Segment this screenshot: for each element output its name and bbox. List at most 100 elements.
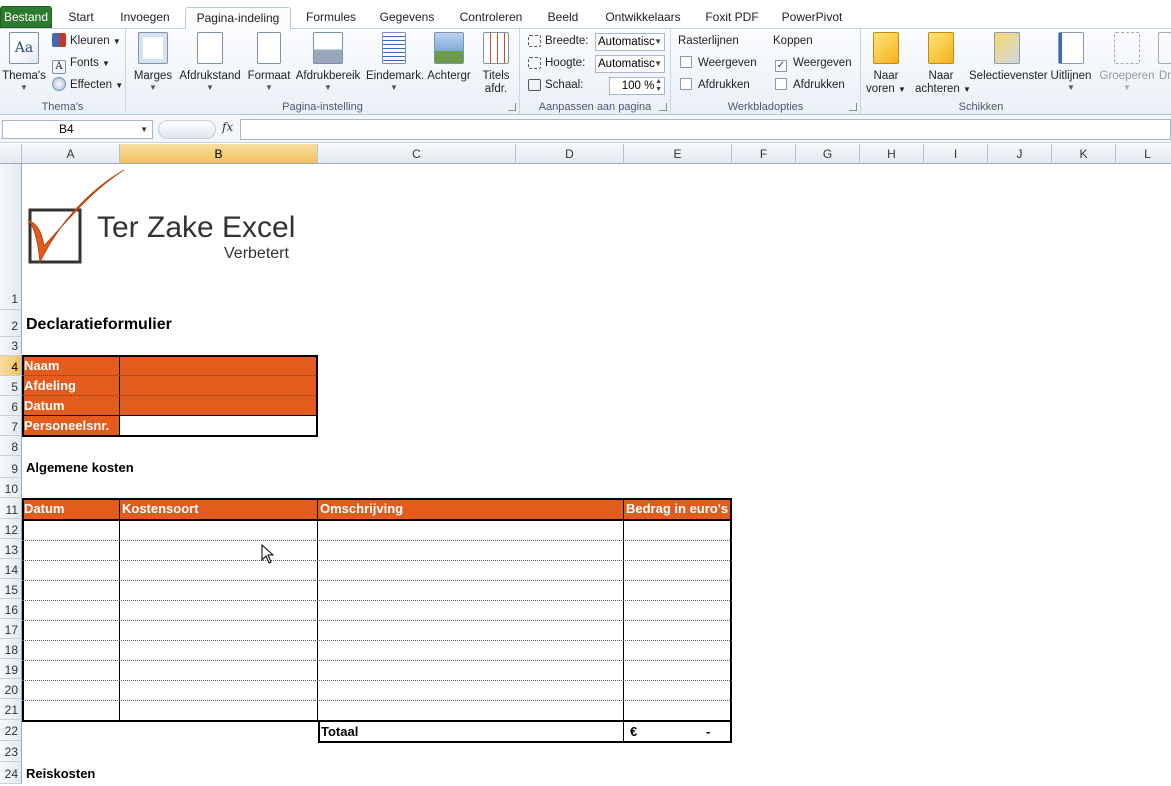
row-header-2[interactable]: 2 (0, 310, 22, 337)
row-header-12[interactable]: 12 (0, 519, 22, 539)
koppen-weergeven-checkbox[interactable]: ✓ Weergeven (775, 54, 852, 72)
column-header-b[interactable]: B (120, 144, 318, 164)
name-box[interactable]: B4 ▼ (2, 120, 153, 139)
row-header-3[interactable]: 3 (0, 337, 22, 356)
row-header-14[interactable]: 14 (0, 559, 22, 579)
tab-powerpivot[interactable]: PowerPivot (776, 7, 848, 29)
selection-pane-icon (994, 32, 1020, 64)
marges-button[interactable]: Marges ▼ (132, 32, 174, 92)
uitlijnen-button[interactable]: Uitlijnen ▼ (1047, 32, 1095, 92)
row-header-7[interactable]: 7 (0, 416, 22, 436)
table-row[interactable] (22, 700, 732, 701)
table-row[interactable] (22, 660, 732, 661)
tab-start[interactable]: Start (60, 7, 102, 29)
row-header-1[interactable]: 1 (0, 164, 22, 310)
rasterlijnen-label: Rasterlijnen (678, 35, 739, 47)
tab-invoegen[interactable]: Invoegen (112, 7, 178, 29)
row-header-15[interactable]: 15 (0, 579, 22, 599)
insert-function-icon[interactable]: fx (222, 120, 233, 134)
column-header-l[interactable]: L (1116, 144, 1171, 164)
row-header-23[interactable]: 23 (0, 741, 22, 762)
row-header-17[interactable]: 17 (0, 619, 22, 639)
column-header-h[interactable]: H (860, 144, 924, 164)
select-all-corner[interactable] (0, 144, 22, 164)
tab-bestand[interactable]: Bestand (0, 6, 52, 28)
table-row[interactable] (22, 620, 732, 621)
column-header-d[interactable]: D (516, 144, 624, 164)
afdrukbereik-button[interactable]: Afdrukbereik ▼ (294, 32, 362, 92)
naar-achteren-button[interactable]: Naar achteren ▼ (915, 32, 971, 96)
raster-afdrukken-checkbox[interactable]: Afdrukken (680, 76, 750, 94)
row-header-11[interactable]: 11 (0, 498, 22, 519)
achtergrond-button[interactable]: Achtergr (426, 32, 472, 83)
table-row[interactable] (22, 640, 732, 641)
werkbladopties-launcher[interactable] (849, 103, 857, 111)
column-header-i[interactable]: I (924, 144, 988, 164)
column-header-e[interactable]: E (624, 144, 732, 164)
tab-gegevens[interactable]: Gegevens (374, 7, 440, 29)
tab-beeld[interactable]: Beeld (542, 7, 584, 29)
tab-ontwikkelaars[interactable]: Ontwikkelaars (598, 7, 688, 29)
naar-voren-button[interactable]: Naar voren ▼ (865, 32, 907, 96)
column-header-f[interactable]: F (732, 144, 796, 164)
row-header-19[interactable]: 19 (0, 659, 22, 679)
tab-formules[interactable]: Formules (300, 7, 362, 29)
selectievenster-label: Selectievenster (969, 70, 1048, 82)
totaal-divider (623, 721, 624, 742)
table-row[interactable] (22, 540, 732, 541)
formaat-button[interactable]: Formaat ▼ (246, 32, 292, 92)
draaien-button[interactable]: Dr (1158, 32, 1171, 83)
pagina-instelling-launcher[interactable] (508, 103, 516, 111)
row-header-18[interactable]: 18 (0, 639, 22, 659)
themas-button[interactable]: Aa Thema's ▼ (2, 32, 46, 92)
table-row[interactable] (22, 560, 732, 561)
hoogte-select[interactable]: Automatisc ▼ (595, 55, 665, 73)
aanpassen-launcher[interactable] (659, 103, 667, 111)
row-header-10[interactable]: 10 (0, 478, 22, 498)
draaien-label: Dr (1158, 70, 1171, 82)
column-header-a[interactable]: A (22, 144, 120, 164)
row-header-16[interactable]: 16 (0, 599, 22, 619)
row-header-6[interactable]: 6 (0, 396, 22, 416)
formula-input[interactable] (240, 119, 1171, 140)
tab-controleren[interactable]: Controleren (452, 7, 530, 29)
ribbon-tabs: Bestand Start Invoegen Pagina-indeling F… (0, 0, 1171, 30)
effecten-button[interactable]: Effecten ▼ (52, 76, 123, 94)
column-header-c[interactable]: C (318, 144, 516, 164)
breedte-value: Automatisc (598, 36, 655, 48)
groeperen-button[interactable]: Groeperen ▼ (1099, 32, 1155, 92)
eindemark-button[interactable]: Eindemark. ▼ (366, 32, 424, 92)
tab-foxit-pdf[interactable]: Foxit PDF (700, 7, 764, 29)
column-header-k[interactable]: K (1052, 144, 1116, 164)
titels-afdrukken-button[interactable]: Titels afdr. (476, 32, 516, 96)
row-header-21[interactable]: 21 (0, 699, 22, 720)
fonts-button[interactable]: A Fonts ▼ (52, 54, 110, 74)
koppen-label: Koppen (773, 35, 813, 47)
schaal-value: 100 % (621, 80, 655, 92)
row-header-8[interactable]: 8 (0, 436, 22, 456)
row-header-9[interactable]: 9 (0, 456, 22, 478)
column-header-j[interactable]: J (988, 144, 1052, 164)
row-header-22[interactable]: 22 (0, 720, 22, 741)
table-row[interactable] (22, 600, 732, 601)
afdrukstand-button[interactable]: Afdrukstand ▼ (177, 32, 243, 92)
row-header-4[interactable]: 4 (0, 356, 22, 376)
table-row[interactable] (22, 680, 732, 681)
kleuren-button[interactable]: Kleuren ▼ (52, 32, 121, 50)
schaal-spinner[interactable]: 100 % ▲ ▼ (609, 77, 665, 95)
row-header-24[interactable]: 24 (0, 762, 22, 784)
selectievenster-button[interactable]: Selectievenster (969, 32, 1048, 83)
schaal-label: Schaal: (545, 79, 584, 91)
row-header-20[interactable]: 20 (0, 679, 22, 699)
worksheet-grid[interactable]: A B C D E F G H I J K L 1 2 3 4 5 6 7 8 … (0, 144, 1171, 784)
hoogte-value: Automatisc (598, 58, 655, 70)
row-header-13[interactable]: 13 (0, 539, 22, 559)
koppen-afdrukken-checkbox[interactable]: Afdrukken (775, 76, 845, 94)
raster-weergeven-checkbox[interactable]: Weergeven (680, 54, 757, 72)
table-row[interactable] (22, 580, 732, 581)
rotate-icon (1158, 32, 1171, 64)
tab-pagina-indeling[interactable]: Pagina-indeling (185, 7, 291, 30)
column-header-g[interactable]: G (796, 144, 860, 164)
row-header-5[interactable]: 5 (0, 376, 22, 396)
breedte-select[interactable]: Automatisc ▼ (595, 33, 665, 51)
